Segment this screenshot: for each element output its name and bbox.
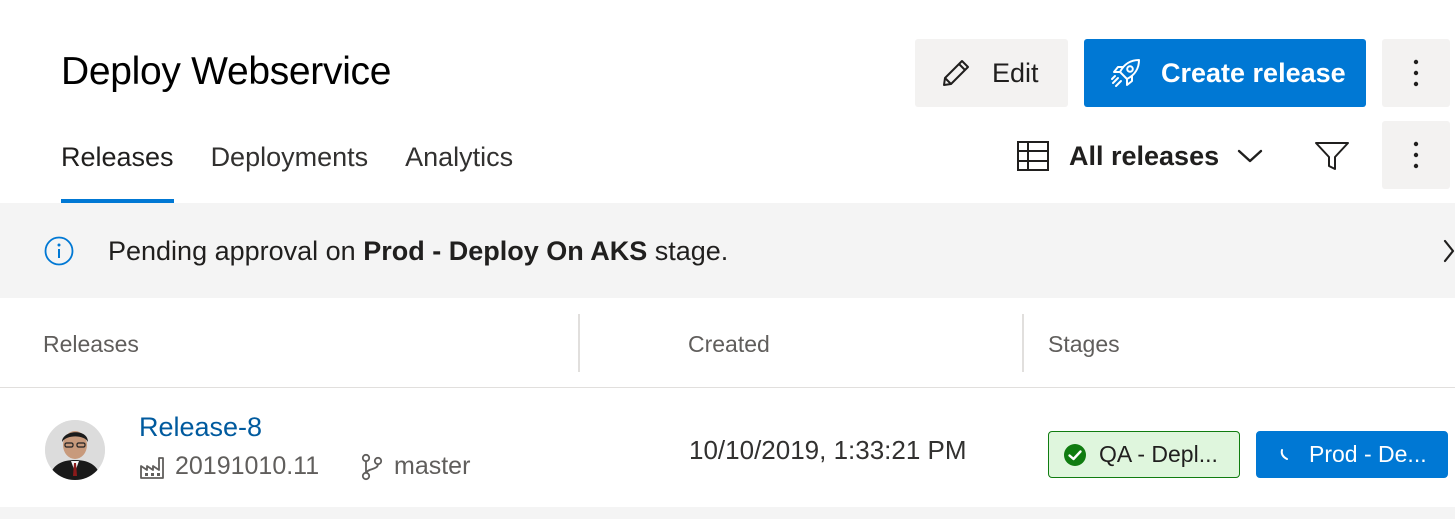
check-circle-icon [1064,443,1086,466]
build-number-label: 20191010.11 [175,452,320,480]
release-pipeline-page: Deploy Webservice Edit Create release Re… [0,0,1455,519]
tab-bar: Releases Deployments Analytics [61,138,550,203]
more-vertical-icon [1413,141,1419,169]
chevron-down-icon [1237,149,1263,163]
spinner-icon [1280,448,1288,460]
branch-icon [361,453,383,480]
banner-suffix: stage. [647,236,729,266]
tab-releases[interactable]: Releases [61,138,174,203]
filter-icon [1315,142,1349,170]
tab-analytics[interactable]: Analytics [405,138,513,203]
view-picker-label: All releases [1069,140,1220,171]
column-header-releases[interactable]: Releases [43,331,139,358]
branch-label: master [394,452,471,480]
stage-pill-qa[interactable]: QA - Depl... [1048,431,1240,478]
edit-button-label: Edit [992,57,1039,88]
page-title: Deploy Webservice [61,50,392,93]
more-options-button[interactable] [1382,121,1450,189]
build-icon [140,456,164,479]
info-icon [44,236,74,266]
create-release-label: Create release [1161,57,1346,88]
edit-button[interactable]: Edit [915,39,1068,107]
more-actions-button[interactable] [1382,39,1450,107]
column-divider[interactable] [578,314,580,372]
build-number: 20191010.11 [139,452,319,481]
stage-label-qa: QA - Depl... [1099,441,1218,467]
grid-view-icon [1017,141,1049,171]
tab-deployments[interactable]: Deployments [211,138,369,203]
avatar [45,420,105,480]
more-vertical-icon [1413,59,1419,87]
approval-banner: Pending approval on Prod - Deploy On AKS… [0,203,1455,298]
view-picker-dropdown[interactable]: All releases [1016,136,1263,176]
chevron-right-icon[interactable] [1443,239,1455,263]
banner-message: Pending approval on Prod - Deploy On AKS… [108,236,728,267]
stage-label-prod: Prod - De... [1309,441,1427,467]
stage-pill-prod[interactable]: Prod - De... [1256,431,1448,478]
column-header-created[interactable]: Created [688,331,770,358]
created-date: 10/10/2019, 1:33:21 PM [689,435,967,465]
create-release-button[interactable]: Create release [1084,39,1366,107]
row-divider [0,507,1455,519]
branch-name: master [360,452,470,481]
pencil-icon [943,60,969,86]
banner-prefix: Pending approval on [108,236,364,266]
rocket-icon [1111,59,1140,87]
banner-stage-name: Prod - Deploy On AKS [363,236,648,266]
column-divider[interactable] [1022,314,1024,372]
column-header-stages[interactable]: Stages [1048,331,1120,358]
table-header: Releases Created Stages [0,314,1455,388]
filter-button[interactable] [1312,138,1352,174]
release-link[interactable]: Release-8 [139,412,262,443]
